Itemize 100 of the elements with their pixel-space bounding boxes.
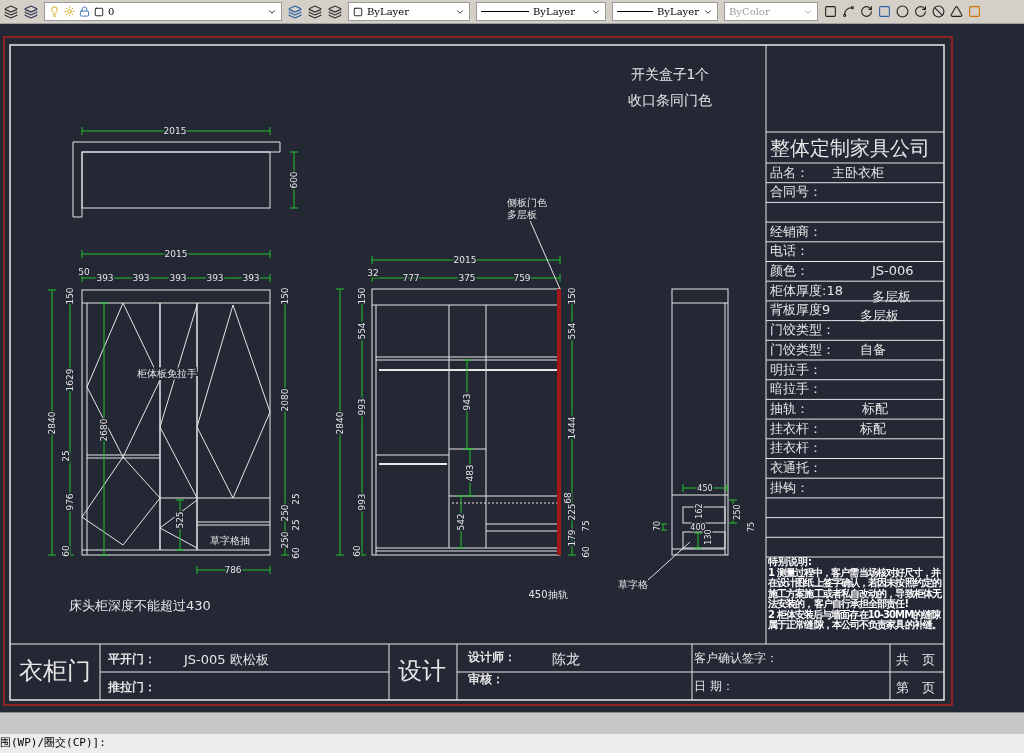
field-label: 明拉手： — [770, 361, 822, 377]
dimension-text: 2015 — [163, 125, 187, 136]
field-label: 挂衣杆： — [770, 440, 822, 456]
dimension-text: 150 — [64, 287, 75, 305]
dimension-text: 32 — [367, 267, 379, 278]
dimension-text: 777 — [402, 272, 420, 283]
field-label: 品名： — [770, 164, 809, 180]
field-label: 审核： — [468, 671, 504, 686]
callout-label: 草字格 — [618, 579, 648, 590]
drawing-note: 开关盒子1个 — [630, 66, 710, 82]
layer-match-icon[interactable] — [328, 4, 342, 19]
dimension-text: 600 — [288, 171, 299, 189]
callout-label: 侧板门色 — [507, 197, 547, 208]
dimension-text: 68 — [562, 492, 573, 504]
linetype-dropdown[interactable]: ByLayer — [476, 2, 606, 21]
layer-previous-icon[interactable] — [308, 4, 322, 19]
field-label: 掛钩： — [770, 479, 809, 495]
field-label: 平开门： — [108, 651, 156, 666]
dimension-text: 150 — [356, 287, 367, 305]
field-label: 客户确认签字： — [694, 650, 778, 665]
layer-dropdown[interactable]: 0 — [44, 2, 282, 21]
page-label: 第 — [895, 679, 909, 695]
dimension-text: 450 — [697, 483, 713, 493]
dimension-text: 60 — [60, 545, 71, 557]
dimension-text: 786 — [224, 564, 242, 575]
field-value: JS-005 欧松板 — [184, 651, 269, 667]
callout-label: 多层板 — [507, 209, 537, 220]
dimension-text: 25 — [290, 519, 301, 531]
note-paragraph: 2 柜体安装后与墙面存在10-30MM的缝隙属于正常缝隙，本公司不负责家具的补缝。 — [768, 609, 942, 631]
notes-heading: 特别说明: — [768, 557, 813, 567]
line-sample-icon — [481, 11, 529, 12]
drawing-note: 收口条同门色 — [628, 92, 712, 108]
dimension-text: 393 — [132, 272, 150, 283]
dimension-text: 2680 — [98, 418, 109, 442]
color-swatch-icon — [353, 6, 363, 17]
product-title: 衣柜门 — [19, 657, 91, 685]
field-label: 经销商： — [770, 223, 822, 239]
no-entry-icon[interactable] — [932, 5, 945, 18]
field-value: 陈龙 — [552, 651, 580, 667]
field-label: 门饺类型： — [770, 322, 835, 338]
dimension-text: 993 — [356, 398, 367, 416]
dimension-text: 483 — [464, 464, 475, 482]
page-label: 页 — [921, 679, 935, 695]
dimension-text: 2080 — [279, 388, 290, 412]
field-value: JS-006 — [872, 263, 914, 278]
field-label: 合同号： — [770, 184, 822, 200]
field-label: 柜体厚度:18 — [770, 282, 843, 298]
field-label: 背板厚度9 — [770, 302, 831, 318]
field-value: 多层板 — [872, 288, 911, 304]
line-sample-icon — [617, 11, 653, 12]
field-label: 抽轨： — [770, 400, 809, 416]
drawing-label: 草字格抽 — [210, 535, 250, 546]
lineweight-dropdown[interactable]: ByLayer — [612, 2, 718, 21]
field-label: 日 期： — [694, 678, 734, 693]
sun-icon — [64, 6, 75, 17]
field-label: 暗拉手： — [770, 381, 822, 397]
rotate-icon[interactable] — [914, 5, 927, 18]
lightbulb-icon — [49, 6, 60, 17]
layer-state-icon[interactable] — [288, 4, 302, 19]
leader-line — [647, 541, 691, 581]
dimension-text: 2015 — [164, 248, 188, 259]
drawing-canvas[interactable] — [0, 24, 1024, 712]
dimension-text: 150 — [279, 287, 290, 305]
field-value: 自备 — [860, 341, 886, 357]
dimension-text: 179 — [566, 529, 577, 547]
color-dropdown[interactable]: ByLayer — [348, 2, 470, 21]
field-value: 多层板 — [860, 308, 899, 324]
curve-icon[interactable] — [842, 5, 855, 18]
field-label: 颜色： — [770, 263, 809, 278]
command-line[interactable]: 围(WP)/圈交(CP)]: — [0, 735, 106, 752]
horizontal-scrollbar[interactable] — [0, 712, 1024, 734]
dimension-text: 2840 — [46, 411, 57, 435]
field-label: 推拉门： — [108, 679, 156, 694]
circle-icon[interactable] — [896, 5, 909, 18]
dimension-text: 75 — [580, 520, 591, 532]
dimension-text: 2840 — [334, 411, 345, 435]
angle-icon[interactable] — [950, 5, 963, 18]
dimension-text: 554 — [566, 322, 577, 340]
field-value: 标配 — [862, 400, 888, 416]
page-label: 共 — [895, 651, 909, 667]
dimension-text: 1444 — [566, 416, 577, 440]
dimension-text: 162 — [694, 503, 704, 519]
page-label: 页 — [921, 651, 935, 667]
dimension-text: 50 — [78, 266, 90, 277]
dimension-text: 25 — [290, 493, 301, 505]
field-label: 挂衣杆： — [770, 420, 822, 436]
dimension-text: 225 — [566, 503, 577, 521]
dimension-text: 542 — [455, 513, 466, 531]
layers-icon[interactable] — [4, 4, 18, 19]
design-title: 设计 — [398, 657, 446, 685]
lock-icon — [79, 6, 90, 17]
field-value: 标配 — [860, 420, 886, 436]
dimension-text: 150 — [566, 287, 577, 305]
dimension-text: 250 — [279, 531, 290, 549]
field-label: 电话： — [770, 243, 809, 259]
dimension-text: 60 — [290, 547, 301, 559]
dimension-text: 759 — [513, 272, 531, 283]
layer-manager-icon[interactable] — [24, 4, 38, 19]
dimension-text: 2015 — [453, 254, 477, 265]
dimension-text: 60 — [580, 546, 591, 558]
